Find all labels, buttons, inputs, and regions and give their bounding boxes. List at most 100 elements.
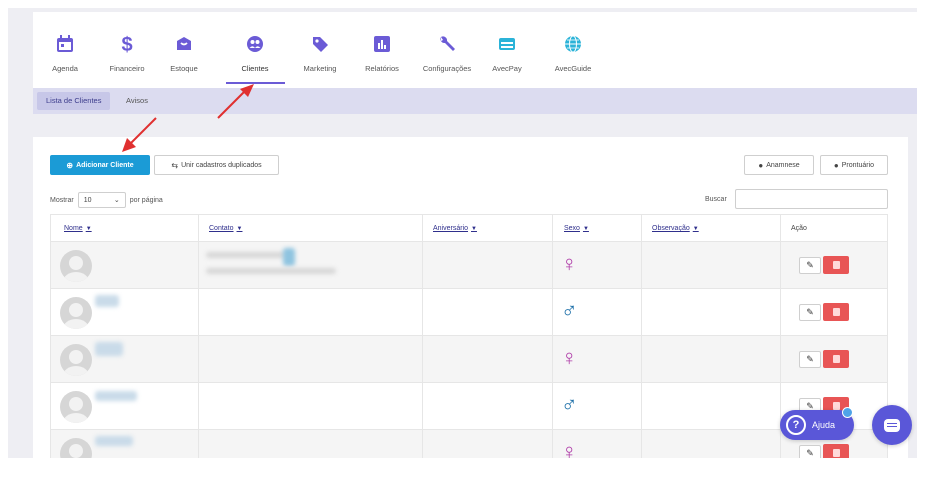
nav-label: Configurações: [422, 64, 472, 73]
search-label: Buscar: [705, 196, 727, 203]
anamnese-icon: ●: [758, 160, 764, 170]
table-row[interactable]: ♂ ✎: [51, 289, 887, 336]
page-size-control: Mostrar 10 ⌄ por página: [50, 192, 163, 208]
nav-item-financeiro[interactable]: $ Financeiro: [95, 34, 159, 73]
page-size-value: 10: [83, 196, 92, 204]
delete-button[interactable]: [823, 350, 849, 368]
nav-label: AvecPay: [492, 64, 522, 73]
plus-circle-icon: ⊕: [66, 160, 74, 170]
trash-icon: [832, 402, 840, 410]
nav-item-marketing[interactable]: Marketing: [288, 34, 352, 73]
question-icon: ?: [786, 415, 806, 435]
chat-icon: [884, 418, 900, 432]
female-icon: ♀: [561, 345, 578, 370]
nav-label: Estoque: [170, 64, 198, 73]
add-client-button[interactable]: ⊕ Adicionar Cliente: [50, 155, 150, 175]
column-label: Observação: [652, 225, 690, 232]
column-header-observacao[interactable]: Observação ▼: [652, 215, 699, 243]
subtab-avisos[interactable]: Avisos: [117, 92, 157, 110]
report-icon: [374, 36, 390, 52]
nav-label: Relatórios: [365, 64, 399, 73]
delete-button[interactable]: [823, 444, 849, 458]
merge-duplicates-label: Unir cadastros duplicados: [181, 161, 262, 169]
nav-item-clientes[interactable]: Clientes: [223, 34, 287, 73]
column-divider: [422, 214, 423, 458]
subtab-lista-de-clientes[interactable]: Lista de Clientes: [37, 92, 111, 110]
card-icon: [499, 38, 515, 50]
redacted-contact: [206, 268, 336, 274]
globe-icon: [565, 35, 581, 53]
tag-icon: [313, 37, 328, 52]
column-header-nome[interactable]: Nome ▼: [64, 215, 92, 243]
trash-icon: [832, 308, 840, 316]
merge-duplicates-button[interactable]: ⇆ Unir cadastros duplicados: [154, 155, 279, 175]
pencil-icon: ✎: [806, 260, 814, 270]
nav-item-configuracoes[interactable]: Configurações: [415, 34, 479, 73]
clients-card: ⊕ Adicionar Cliente ⇆ Unir cadastros dup…: [33, 137, 908, 458]
top-navigation: Agenda $ Financeiro Estoque Clientes Mar…: [33, 12, 917, 88]
table-header: Nome ▼ Contato ▼ Aniversário ▼ Sexo ▼ Observ…: [51, 214, 887, 243]
trash-icon: [832, 449, 840, 457]
caret-down-icon: ▼: [85, 226, 92, 232]
caret-down-icon: ▼: [582, 226, 589, 232]
column-header-contato[interactable]: Contato ▼: [209, 215, 242, 243]
nav-label: Marketing: [303, 64, 337, 73]
column-label: Sexo: [564, 225, 580, 232]
column-label: Nome: [64, 225, 83, 232]
nav-item-avecguide[interactable]: AvecGuide: [541, 34, 605, 73]
nav-label: Clientes: [241, 64, 269, 73]
column-divider: [641, 214, 642, 458]
nav-item-estoque[interactable]: Estoque: [152, 34, 216, 73]
table-row[interactable]: ♀ ✎: [51, 336, 887, 383]
pencil-icon: ✎: [806, 354, 814, 364]
prontuario-label: Prontuário: [841, 161, 875, 169]
dollar-icon: $: [121, 34, 132, 54]
redacted-name: [95, 295, 119, 307]
trash-icon: [832, 355, 840, 363]
edit-button[interactable]: ✎: [799, 445, 821, 458]
clients-table: Nome ▼ Contato ▼ Aniversário ▼ Sexo ▼ Observ…: [50, 214, 888, 458]
avatar: [60, 250, 92, 282]
merge-icon: ⇆: [171, 160, 179, 170]
column-label: Aniversário: [433, 225, 469, 232]
pencil-icon: ✎: [806, 448, 814, 458]
wrench-icon: [440, 36, 455, 51]
help-label: Ajuda: [812, 420, 836, 430]
nav-label: Financeiro: [109, 64, 145, 73]
table-row[interactable]: ♀ ✎: [51, 242, 887, 289]
prontuario-button[interactable]: ● Prontuário: [820, 155, 888, 175]
table-row[interactable]: ♀ ✎: [51, 430, 887, 458]
edit-button[interactable]: ✎: [799, 304, 821, 321]
caret-down-icon: ▼: [236, 226, 243, 232]
pencil-icon: ✎: [806, 307, 814, 317]
search-input[interactable]: [735, 189, 888, 209]
edit-button[interactable]: ✎: [799, 351, 821, 368]
nav-item-relatorios[interactable]: Relatórios: [350, 34, 414, 73]
anamnese-button[interactable]: ● Anamnese: [744, 155, 814, 175]
chat-button[interactable]: [872, 405, 912, 445]
annotation-arrow-icon: [217, 84, 254, 119]
svg-text:$: $: [121, 34, 132, 54]
page-size-select[interactable]: 10 ⌄: [77, 192, 126, 208]
redacted-name: [95, 391, 137, 401]
edit-button[interactable]: ✎: [799, 257, 821, 274]
column-header-aniversario[interactable]: Aniversário ▼: [433, 215, 477, 243]
box-icon: [177, 37, 191, 50]
column-header-sexo[interactable]: Sexo ▼: [564, 215, 589, 243]
nav-item-agenda[interactable]: Agenda: [33, 34, 97, 73]
redacted-name: [95, 436, 133, 446]
nav-label: Agenda: [52, 64, 78, 73]
avatar: [60, 344, 92, 376]
notification-dot: [842, 407, 853, 418]
per-page-label: por página: [129, 196, 163, 204]
delete-button[interactable]: [823, 303, 849, 321]
redacted-name: [95, 342, 123, 356]
delete-button[interactable]: [823, 256, 849, 274]
sub-navigation: Lista de Clientes Avisos: [33, 88, 917, 114]
clients-icon: [247, 36, 263, 52]
add-client-label: Adicionar Cliente: [76, 161, 134, 169]
avatar: [60, 391, 92, 423]
table-row[interactable]: ♂ ✎: [51, 383, 887, 430]
nav-item-avecpay[interactable]: AvecPay: [475, 34, 539, 73]
male-icon: ♂: [561, 392, 578, 417]
